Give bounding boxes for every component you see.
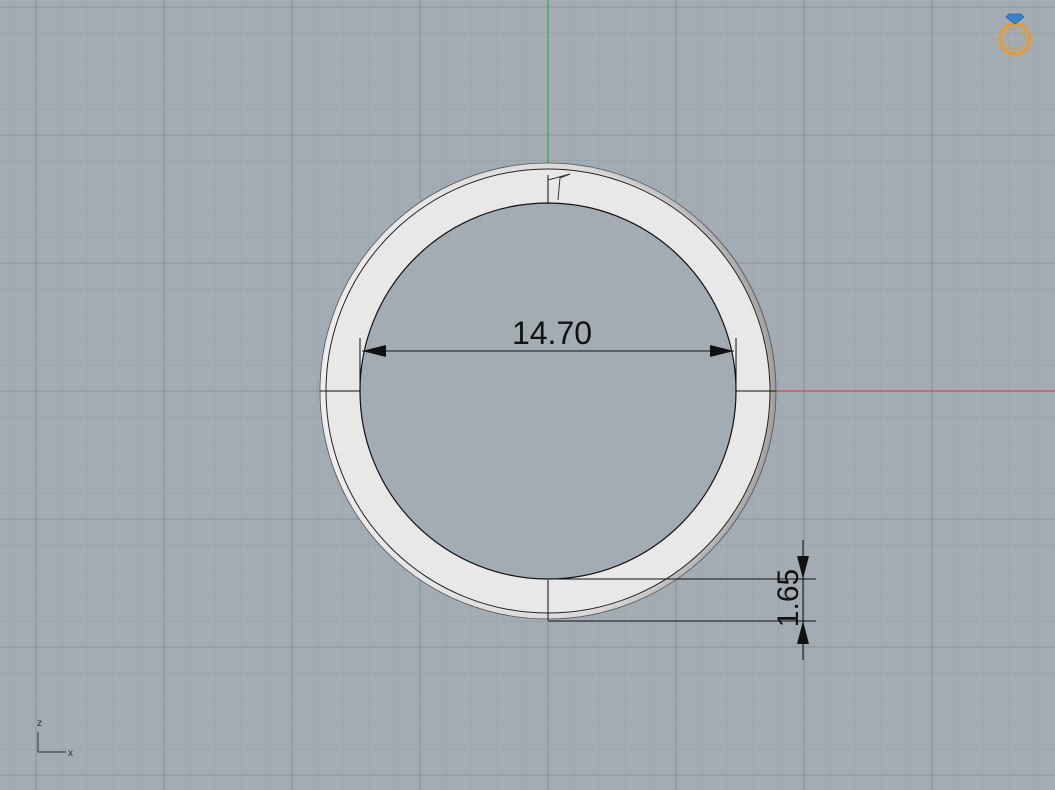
axis-x-label: x [68, 748, 73, 759]
thickness-value: 1.65 [772, 569, 805, 627]
3d-viewport-top[interactable]: 14.70 1.65 z x [0, 0, 1055, 790]
ring-inner-hole [359, 202, 737, 580]
diameter-value: 14.70 [512, 315, 592, 351]
ring-band[interactable] [319, 162, 777, 620]
axis-z-label: z [37, 718, 42, 729]
axis-triad: z x [37, 718, 73, 759]
ring-gem-icon[interactable] [998, 13, 1032, 56]
